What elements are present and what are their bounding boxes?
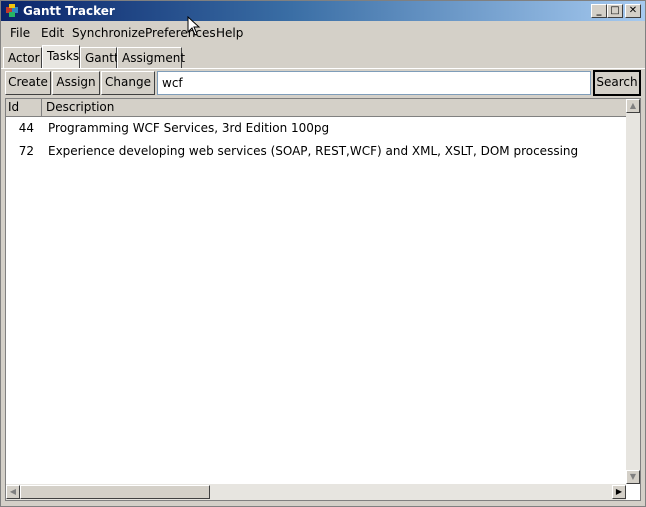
window-title: Gantt Tracker (23, 4, 115, 18)
column-header-description[interactable]: Description (43, 99, 623, 116)
change-button[interactable]: Change (101, 71, 155, 95)
app-window: Gantt Tracker _ □ ✕ File Edit Synchroniz… (0, 0, 646, 507)
tab-assigment[interactable]: Assigment (117, 47, 185, 68)
arrow-up-icon[interactable]: ▲ (626, 99, 640, 113)
horizontal-scroll-thumb[interactable] (20, 485, 210, 499)
menu-preferences[interactable]: Preferences (145, 26, 216, 40)
table-row[interactable]: 44 Programming WCF Services, 3rd Edition… (6, 117, 626, 140)
table-row[interactable]: 72 Experience developing web services (S… (6, 140, 626, 163)
tab-divider (1, 68, 645, 69)
tab-gantt[interactable]: Gantt (80, 47, 119, 68)
tab-tasks[interactable]: Tasks (42, 45, 80, 69)
menu-help[interactable]: Help (216, 26, 243, 40)
close-button[interactable]: ✕ (625, 4, 641, 18)
task-table: Id Description 44 Programming WCF Servic… (5, 98, 641, 501)
column-header-id[interactable]: Id (6, 99, 42, 116)
menu-bar: File Edit Synchronize Preferences Help (1, 23, 645, 43)
cell-id: 44 (18, 121, 34, 135)
cell-description: Programming WCF Services, 3rd Edition 10… (48, 121, 330, 135)
maximize-button[interactable]: □ (607, 4, 623, 18)
assign-button[interactable]: Assign (52, 71, 100, 95)
cell-id: 72 (18, 144, 34, 158)
search-input[interactable] (157, 71, 591, 95)
menu-edit[interactable]: Edit (41, 26, 64, 40)
tab-actor[interactable]: Actor (3, 47, 42, 68)
mouse-pointer-icon (187, 16, 201, 36)
tab-strip: Actor Tasks Gantt Assigment (1, 45, 645, 69)
search-button[interactable]: Search (593, 70, 641, 96)
cell-description: Experience developing web services (SOAP… (48, 144, 579, 158)
arrow-down-icon[interactable]: ▼ (626, 470, 640, 484)
arrow-right-icon[interactable]: ▶ (612, 485, 626, 499)
arrow-left-icon[interactable]: ◀ (6, 485, 20, 499)
app-cube-icon (6, 4, 18, 17)
table-header: Id Description (6, 99, 626, 117)
horizontal-scrollbar[interactable]: ◀ ▶ (6, 484, 626, 500)
title-bar[interactable]: Gantt Tracker _ □ ✕ (1, 1, 645, 21)
scroll-corner (626, 484, 640, 500)
vertical-scrollbar[interactable]: ▲ ▼ (626, 99, 640, 484)
menu-synchronize[interactable]: Synchronize (72, 26, 145, 40)
menu-file[interactable]: File (10, 26, 30, 40)
minimize-button[interactable]: _ (591, 4, 607, 18)
create-button[interactable]: Create (5, 71, 51, 95)
